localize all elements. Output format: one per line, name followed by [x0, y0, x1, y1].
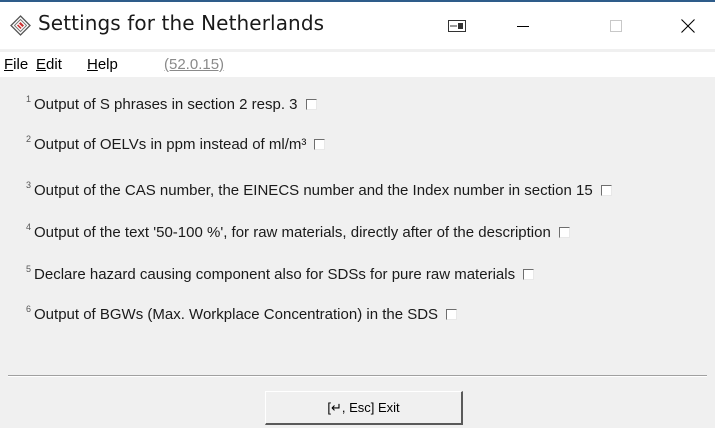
option-label: Declare hazard causing component also fo…	[34, 265, 516, 283]
menu-edit[interactable]: Edit	[36, 56, 62, 73]
option-number: 4	[26, 222, 32, 232]
exit-button[interactable]: [↵, Esc] Exit	[265, 391, 463, 425]
option-number: 1	[26, 94, 32, 104]
menu-help[interactable]: Help	[87, 56, 118, 73]
option-row-2: 2 Output of OELVs in ppm instead of ml/m…	[26, 133, 326, 155]
footer-divider	[8, 375, 707, 377]
maximize-button[interactable]	[593, 2, 639, 49]
menu-edit-mnemonic: E	[36, 56, 47, 73]
option-checkbox[interactable]	[305, 98, 317, 110]
option-checkbox[interactable]	[523, 268, 535, 280]
pin-button[interactable]	[437, 2, 477, 49]
option-number: 2	[26, 134, 32, 144]
menu-file[interactable]: File	[4, 56, 28, 73]
option-label: Output of OELVs in ppm instead of ml/m³	[34, 135, 307, 153]
menu-bar: File Edit Help (52.0.15)	[0, 52, 715, 77]
option-label: Output of the CAS number, the EINECS num…	[34, 181, 593, 199]
maximize-icon	[610, 19, 622, 32]
version-text: (52.0.15)	[164, 56, 225, 73]
close-button[interactable]	[665, 2, 711, 49]
title-bar[interactable]: Settings for the Netherlands	[0, 2, 715, 49]
option-number: 3	[26, 180, 32, 190]
menu-help-mnemonic: H	[87, 56, 98, 73]
option-label: Output of S phrases in section 2 resp. 3	[34, 95, 298, 113]
option-row-5: 5 Declare hazard causing component also …	[26, 263, 535, 285]
option-label: Output of BGWs (Max. Workplace Concentra…	[34, 305, 439, 323]
menu-file-mnemonic: F	[4, 56, 14, 73]
window-title: Settings for the Netherlands	[38, 11, 325, 35]
app-diamond-icon	[10, 15, 31, 36]
option-row-6: 6 Output of BGWs (Max. Workplace Concent…	[26, 303, 458, 325]
option-row-4: 4 Output of the text '50-100 %', for raw…	[26, 221, 570, 243]
option-checkbox[interactable]	[446, 308, 458, 320]
version-label: (52.0.15)	[164, 56, 224, 73]
menu-help-label: elp	[97, 56, 118, 73]
exit-button-label: [↵, Esc] Exit	[327, 399, 400, 415]
window-pin-icon	[448, 19, 466, 32]
menu-edit-label: dit	[46, 56, 62, 73]
option-checkbox[interactable]	[600, 184, 612, 196]
option-row-1: 1 Output of S phrases in section 2 resp.…	[26, 93, 317, 115]
option-checkbox[interactable]	[314, 138, 326, 150]
settings-window: Settings for the Netherlands File Edit H…	[0, 0, 715, 428]
option-label: Output of the text '50-100 %', for raw m…	[34, 223, 551, 241]
minimize-icon	[517, 25, 529, 27]
close-icon	[681, 18, 695, 33]
option-number: 5	[26, 264, 32, 274]
option-row-3: 3 Output of the CAS number, the EINECS n…	[26, 179, 612, 201]
option-checkbox[interactable]	[558, 226, 570, 238]
menu-file-label: ile	[13, 56, 29, 73]
minimize-button[interactable]	[500, 2, 546, 49]
option-number: 6	[26, 304, 32, 314]
